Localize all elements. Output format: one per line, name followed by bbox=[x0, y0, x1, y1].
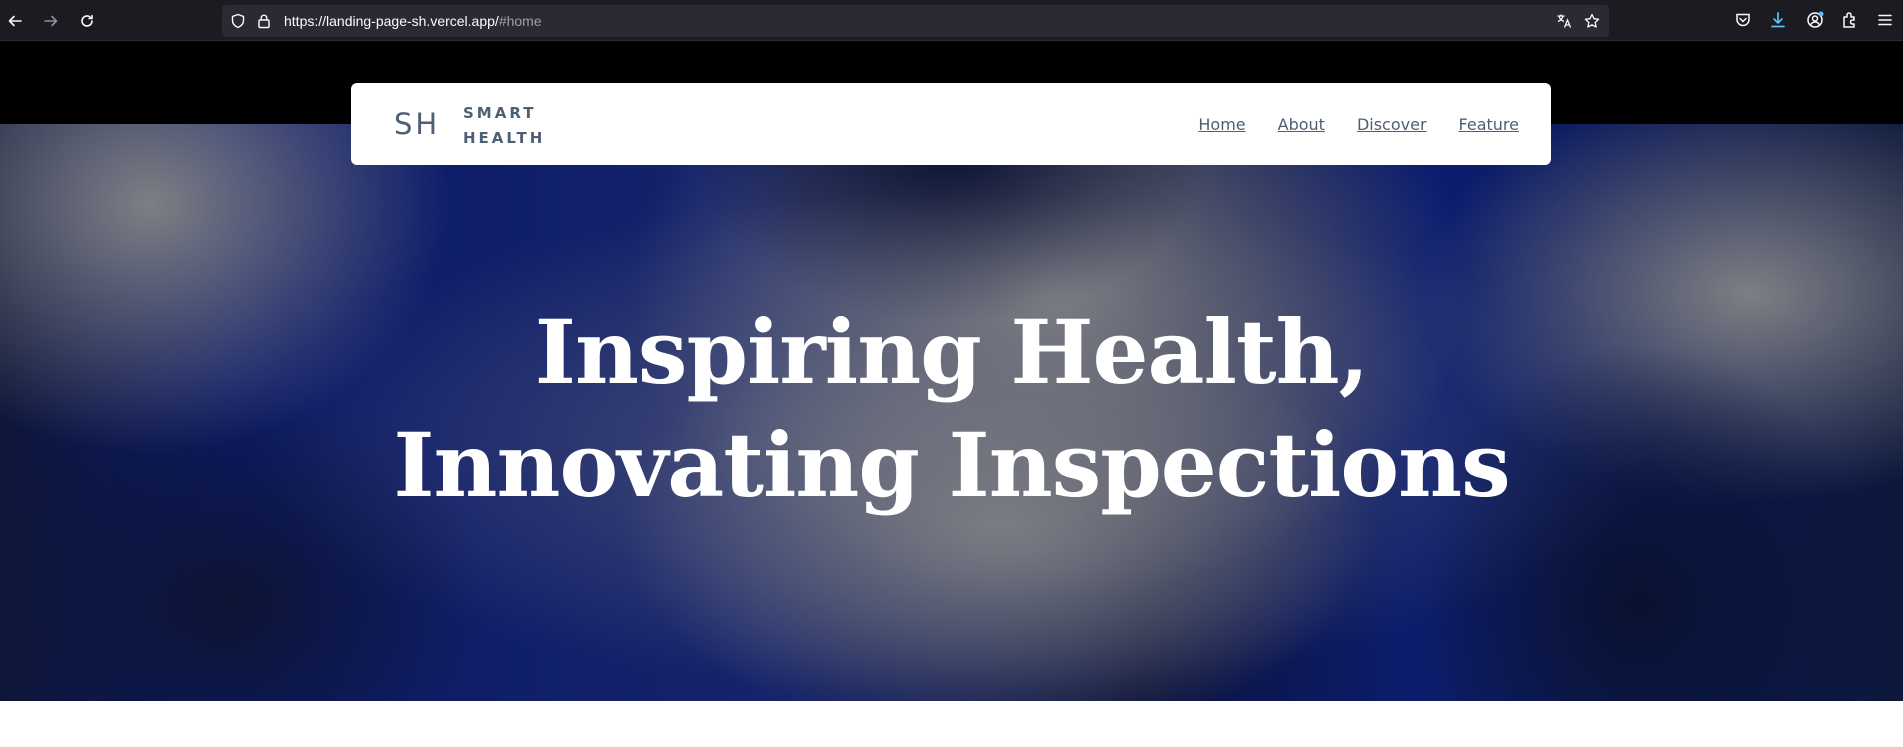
hero-title-line-2: Innovating Inspections bbox=[393, 413, 1510, 517]
forward-button[interactable] bbox=[38, 8, 64, 34]
nav-link-about[interactable]: About bbox=[1278, 115, 1325, 134]
site-navbar: SH SMART HEALTH Home About Discover Feat… bbox=[351, 83, 1551, 165]
hero-title-line-1: Inspiring Health, bbox=[534, 300, 1369, 404]
url-host: https://landing-page-sh.vercel.app/ bbox=[284, 13, 499, 29]
menu-icon[interactable] bbox=[1876, 11, 1894, 29]
arrow-right-icon bbox=[44, 15, 58, 27]
url-hash: #home bbox=[498, 13, 542, 29]
extensions-icon[interactable] bbox=[1841, 11, 1859, 29]
logo-line-1: SMART bbox=[463, 104, 537, 122]
account-icon[interactable] bbox=[1806, 11, 1824, 29]
translate-icon[interactable] bbox=[1556, 13, 1572, 29]
logo-text[interactable]: SMART HEALTH bbox=[463, 101, 545, 151]
arrow-left-icon bbox=[8, 15, 22, 27]
hero-title: Inspiring Health, Innovating Inspections bbox=[0, 296, 1903, 522]
nav-links: Home About Discover Feature bbox=[1198, 83, 1519, 165]
back-button[interactable] bbox=[2, 8, 28, 34]
shield-icon[interactable] bbox=[230, 13, 246, 29]
logo-line-2: HEALTH bbox=[463, 129, 546, 147]
pocket-icon[interactable] bbox=[1734, 11, 1752, 29]
logo-mark[interactable]: SH bbox=[394, 83, 440, 165]
reload-button[interactable] bbox=[74, 8, 100, 34]
download-icon[interactable] bbox=[1769, 11, 1787, 29]
reload-icon bbox=[81, 14, 93, 27]
nav-link-discover[interactable]: Discover bbox=[1357, 115, 1427, 134]
url-text[interactable]: https://landing-page-sh.vercel.app/#home bbox=[284, 5, 542, 37]
lock-icon[interactable] bbox=[256, 13, 272, 29]
nav-link-feature[interactable]: Feature bbox=[1459, 115, 1519, 134]
nav-link-home[interactable]: Home bbox=[1198, 115, 1245, 134]
address-bar[interactable]: https://landing-page-sh.vercel.app/#home bbox=[222, 5, 1609, 37]
browser-toolbar: https://landing-page-sh.vercel.app/#home bbox=[0, 0, 1903, 41]
bookmark-star-icon[interactable] bbox=[1584, 13, 1600, 29]
